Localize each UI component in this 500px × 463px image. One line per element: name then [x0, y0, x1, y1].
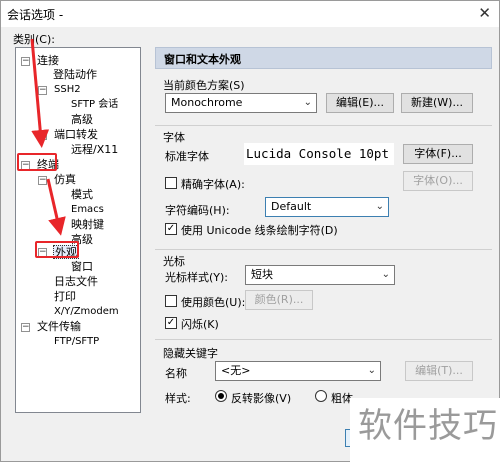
color-scheme-value: Monochrome: [171, 96, 243, 109]
unicode-label: 使用 Unicode 线条绘制字符(D): [181, 224, 338, 237]
cursor-group-label: 光标: [163, 255, 185, 268]
keywords-group-label: 隐藏关键字: [163, 347, 218, 360]
panel-title: 窗口和文本外观: [164, 53, 241, 66]
keyword-name-select[interactable]: <无> ⌄: [215, 361, 381, 381]
cursor-style-label: 光标样式(Y):: [165, 271, 229, 284]
keyword-style-label: 样式:: [165, 392, 191, 405]
watermark: 软件技巧: [350, 398, 500, 462]
chevron-down-icon: ⌄: [367, 365, 376, 376]
unicode-checkbox[interactable]: ✓: [165, 223, 177, 235]
encoding-value: Default: [271, 200, 312, 213]
reverse-video-radio[interactable]: [215, 390, 227, 402]
color-scheme-label: 当前颜色方案(S): [163, 79, 245, 92]
precise-font-label: 精确字体(A):: [181, 178, 245, 191]
bold-radio[interactable]: [315, 390, 327, 402]
new-scheme-button[interactable]: 新建(W)...: [401, 93, 473, 113]
keyword-name-value: <无>: [221, 364, 251, 377]
edit-scheme-button[interactable]: 编辑(E)...: [326, 93, 394, 113]
reverse-video-label: 反转影像(V): [231, 392, 292, 405]
blink-checkbox[interactable]: ✓: [165, 317, 177, 329]
encoding-label: 字符编码(H):: [165, 204, 230, 217]
font-group-label: 字体: [163, 131, 185, 144]
arrow-to-terminal: [30, 38, 50, 148]
standard-font-preview: Lucida Console 10pt: [244, 143, 394, 165]
keyword-name-label: 名称: [165, 367, 187, 380]
precise-font-checkbox[interactable]: [165, 177, 177, 189]
standard-font-label: 标准字体: [165, 150, 209, 163]
use-color-label: 使用颜色(U):: [181, 296, 246, 309]
session-options-window: 会话选项 - ✕ 类别(C): − 连接 登陆动作 − SSH2 SFTP 会话…: [0, 0, 500, 462]
use-color-checkbox[interactable]: [165, 295, 177, 307]
arrow-to-appearance: [46, 178, 66, 236]
font-button[interactable]: 字体(F)...: [403, 144, 473, 164]
cursor-style-select[interactable]: 短块 ⌄: [245, 265, 395, 285]
chevron-down-icon: ⌄: [303, 97, 312, 108]
chevron-down-icon: ⌄: [381, 269, 390, 280]
chevron-down-icon: ⌄: [375, 201, 384, 212]
panel-header: 窗口和文本外观: [155, 47, 492, 69]
blink-label: 闪烁(K): [181, 318, 219, 331]
cursor-color-button[interactable]: 颜色(R)...: [245, 290, 313, 310]
keyword-edit-button[interactable]: 编辑(T)...: [405, 361, 473, 381]
cursor-style-value: 短块: [251, 268, 273, 281]
color-scheme-select[interactable]: Monochrome ⌄: [165, 93, 317, 113]
precise-font-button[interactable]: 字体(O)...: [403, 171, 473, 191]
encoding-select[interactable]: Default ⌄: [265, 197, 389, 217]
